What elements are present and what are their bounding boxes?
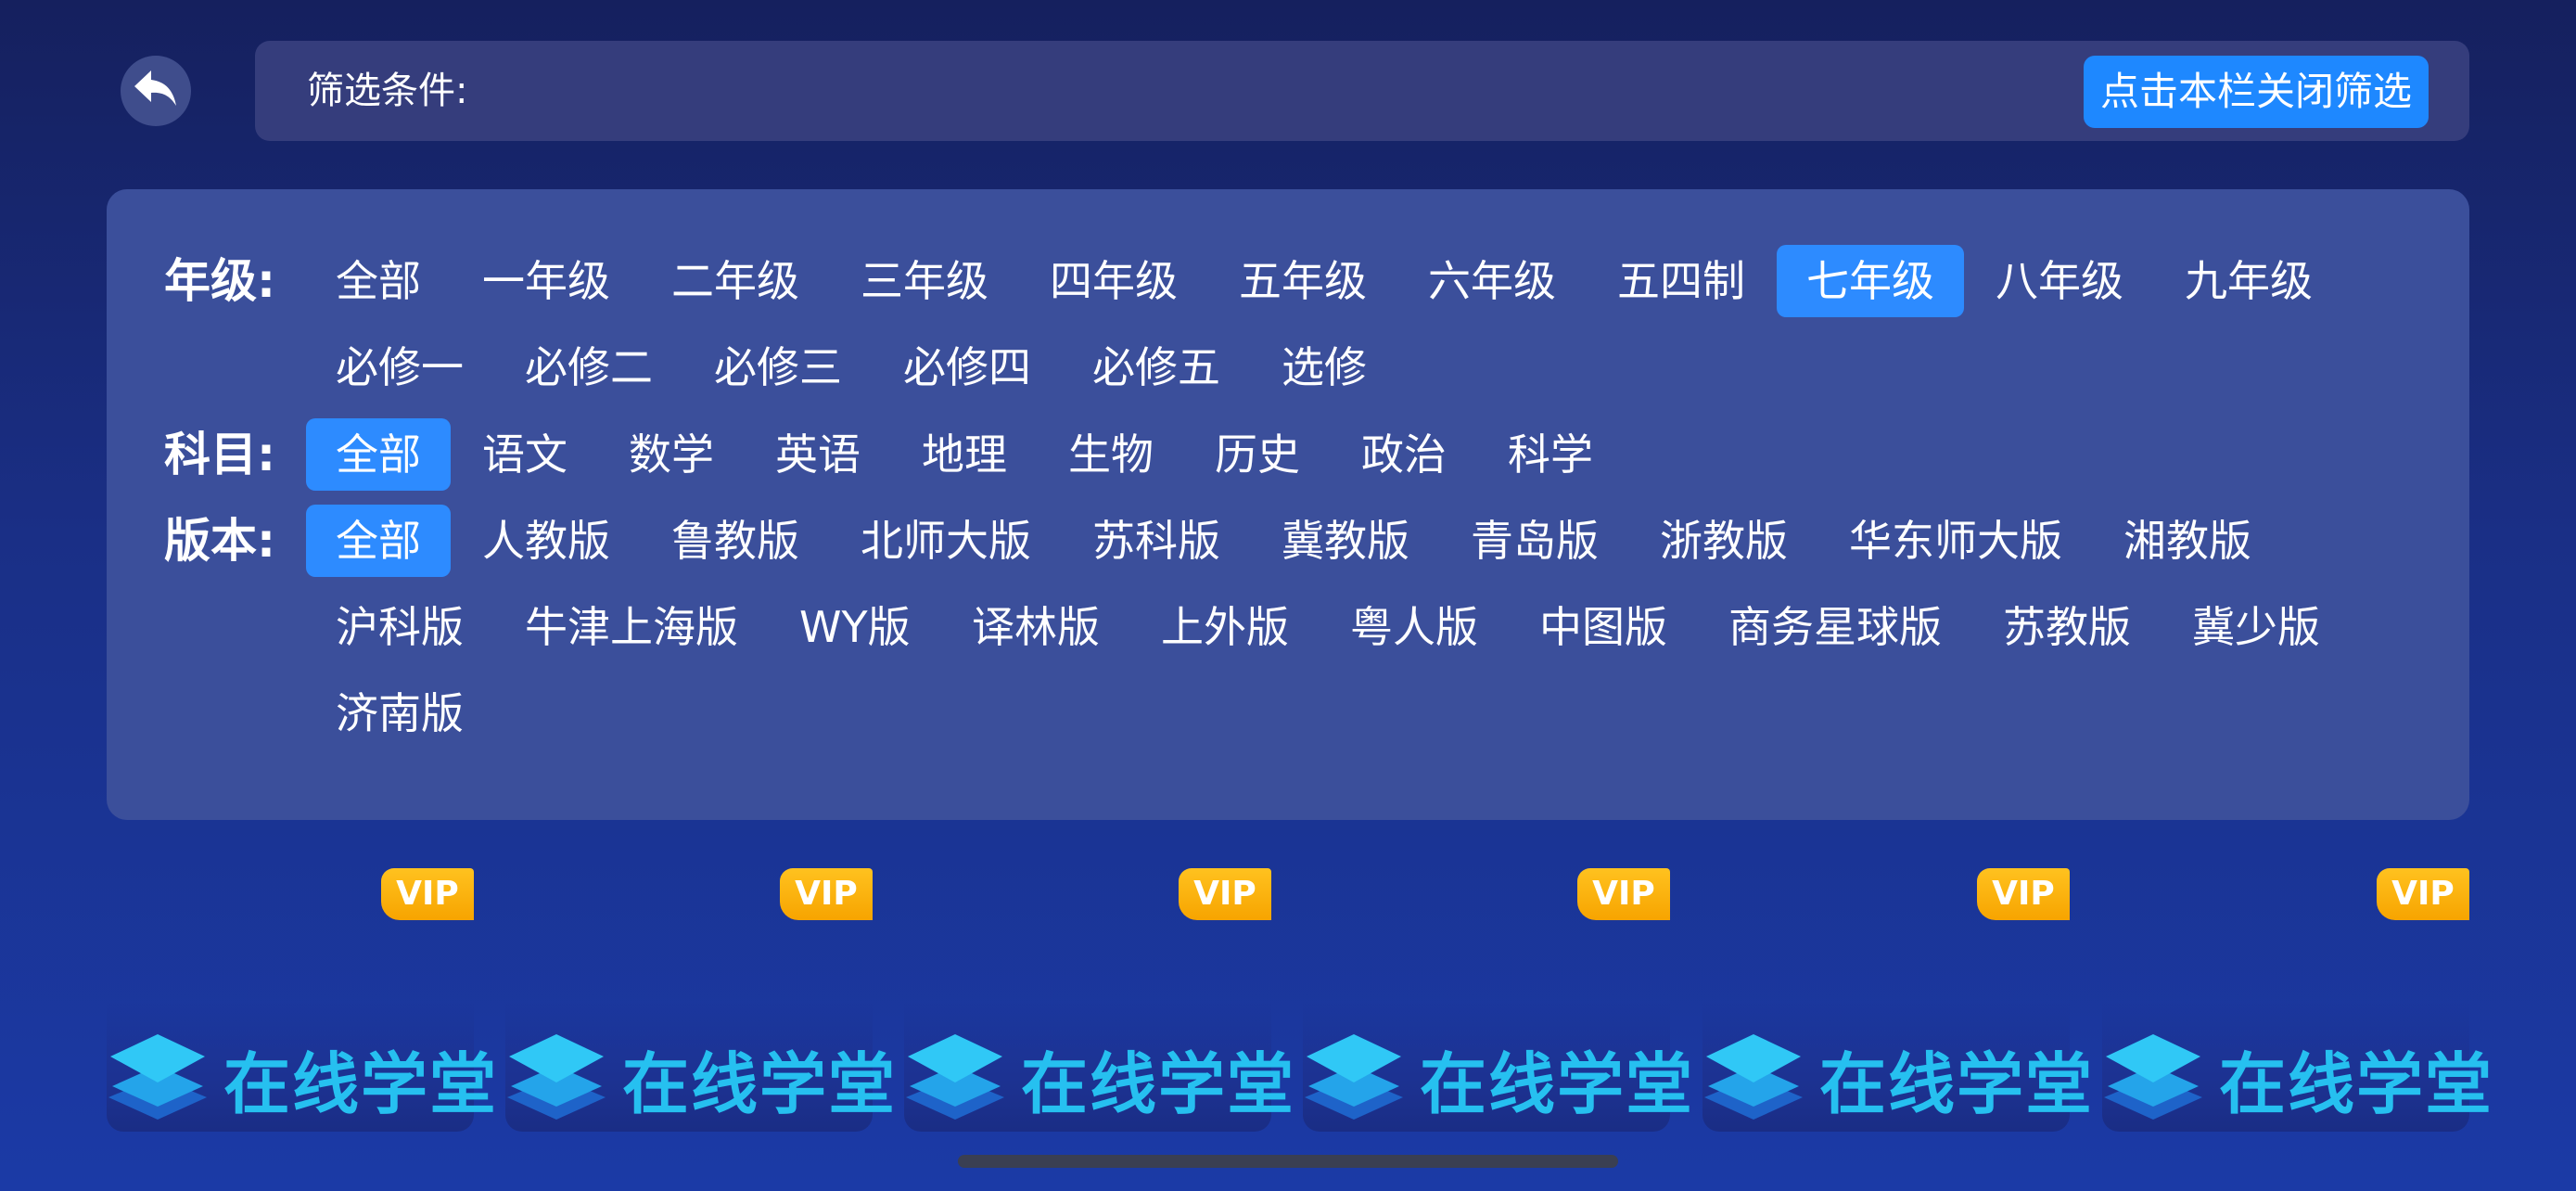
filter-bar: 筛选条件: 点击本栏关闭筛选 xyxy=(255,41,2469,141)
subject-option[interactable]: 生物 xyxy=(1039,418,1183,491)
course-card[interactable]: 在线学堂 xyxy=(904,1002,1294,1132)
grade-option[interactable]: 五年级 xyxy=(1209,245,1396,317)
edition-option[interactable]: 济南版 xyxy=(306,677,493,749)
edition-option[interactable]: 人教版 xyxy=(453,505,640,577)
edition-option[interactable]: 冀教版 xyxy=(1252,505,1439,577)
grade-option[interactable]: 全部 xyxy=(306,245,451,317)
course-logo: 在线学堂 xyxy=(107,1030,498,1127)
grade-option[interactable]: 必修五 xyxy=(1063,331,1250,403)
layers-logo-icon xyxy=(1702,1032,1804,1125)
grade-option[interactable]: 选修 xyxy=(1252,331,1396,403)
logo-text: 在线学堂 xyxy=(223,1045,499,1123)
grade-option[interactable]: 必修四 xyxy=(874,331,1061,403)
logo-text: 在线学堂 xyxy=(1819,1045,2095,1123)
edition-option[interactable]: 译林版 xyxy=(942,591,1129,663)
edition-option[interactable]: 青岛版 xyxy=(1441,505,1628,577)
subject-option[interactable]: 全部 xyxy=(306,418,451,491)
grade-option[interactable]: 四年级 xyxy=(1020,245,1207,317)
layers-logo-icon xyxy=(2102,1032,2204,1125)
vip-badge: VIP xyxy=(1179,868,1271,920)
vip-badge: VIP xyxy=(2377,868,2469,920)
course-logo: 在线学堂 xyxy=(2102,1030,2493,1127)
filter-title: 筛选条件: xyxy=(307,70,468,112)
grade-option[interactable]: 必修三 xyxy=(684,331,872,403)
grade-option[interactable]: 九年级 xyxy=(2155,245,2342,317)
grade-option[interactable]: 必修一 xyxy=(306,331,493,403)
edition-option[interactable]: 浙教版 xyxy=(1630,505,1817,577)
logo-text: 在线学堂 xyxy=(2219,1045,2494,1123)
edition-option[interactable]: 北师大版 xyxy=(831,505,1061,577)
grade-option[interactable]: 一年级 xyxy=(453,245,640,317)
logo-text: 在线学堂 xyxy=(622,1045,898,1123)
course-card[interactable]: 在线学堂 xyxy=(505,1002,895,1132)
course-logo: 在线学堂 xyxy=(1702,1030,2094,1127)
layers-logo-icon xyxy=(505,1032,607,1125)
edition-option[interactable]: WY版 xyxy=(770,591,940,663)
vip-badge: VIP xyxy=(381,868,474,920)
subject-option[interactable]: 科学 xyxy=(1478,418,1623,491)
layers-logo-icon xyxy=(904,1032,1006,1125)
subject-option[interactable]: 数学 xyxy=(599,418,744,491)
layers-logo-icon xyxy=(107,1032,209,1125)
grade-option[interactable]: 三年级 xyxy=(831,245,1018,317)
close-filter-button[interactable]: 点击本栏关闭筛选 xyxy=(2083,56,2429,128)
back-button[interactable] xyxy=(121,56,191,126)
edition-option[interactable]: 粤人版 xyxy=(1320,591,1508,663)
edition-option[interactable]: 鲁教版 xyxy=(642,505,829,577)
subject-option[interactable]: 历史 xyxy=(1185,418,1330,491)
edition-option[interactable]: 华东师大版 xyxy=(1819,505,2092,577)
edition-option[interactable]: 沪科版 xyxy=(306,591,493,663)
filter-panel: 年级: 全部 一年级 二年级 三年级 四年级 五年级 六年级 五四制 七年级 八年级 九年级 必修一 必修… xyxy=(107,189,2469,820)
vip-badge: VIP xyxy=(780,868,873,920)
back-arrow-icon xyxy=(133,69,179,113)
edition-option[interactable]: 苏科版 xyxy=(1063,505,1250,577)
course-card[interactable]: 在线学堂 xyxy=(107,1002,496,1132)
logo-text: 在线学堂 xyxy=(1420,1045,1695,1123)
edition-option[interactable]: 商务星球版 xyxy=(1699,591,1971,663)
subject-option[interactable]: 英语 xyxy=(746,418,890,491)
grade-option[interactable]: 八年级 xyxy=(1966,245,2153,317)
course-logo: 在线学堂 xyxy=(1303,1030,1694,1127)
grade-label: 年级: xyxy=(164,254,275,308)
grade-option[interactable]: 六年级 xyxy=(1398,245,1586,317)
home-indicator xyxy=(958,1155,1618,1168)
layers-logo-icon xyxy=(1303,1032,1405,1125)
course-logo: 在线学堂 xyxy=(505,1030,897,1127)
course-card[interactable]: 在线学堂 xyxy=(2102,1002,2492,1132)
edition-option[interactable]: 全部 xyxy=(306,505,451,577)
edition-option[interactable]: 上外版 xyxy=(1131,591,1319,663)
course-card[interactable]: 在线学堂 xyxy=(1303,1002,1692,1132)
subject-option[interactable]: 语文 xyxy=(453,418,597,491)
course-card[interactable]: 在线学堂 xyxy=(1702,1002,2092,1132)
edition-option[interactable]: 苏教版 xyxy=(1973,591,2161,663)
edition-option[interactable]: 牛津上海版 xyxy=(495,591,768,663)
grade-option[interactable]: 必修二 xyxy=(495,331,682,403)
logo-text: 在线学堂 xyxy=(1021,1045,1296,1123)
course-logo: 在线学堂 xyxy=(904,1030,1295,1127)
subject-option[interactable]: 地理 xyxy=(892,418,1037,491)
grade-option[interactable]: 二年级 xyxy=(642,245,829,317)
subject-option[interactable]: 政治 xyxy=(1332,418,1476,491)
edition-option[interactable]: 冀少版 xyxy=(2162,591,2350,663)
vip-badge: VIP xyxy=(1577,868,1670,920)
vip-badge: VIP xyxy=(1977,868,2070,920)
subject-label: 科目: xyxy=(164,428,275,481)
grade-option[interactable]: 七年级 xyxy=(1777,245,1964,317)
edition-option[interactable]: 湘教版 xyxy=(2094,505,2281,577)
grade-option[interactable]: 五四制 xyxy=(1588,245,1775,317)
edition-option[interactable]: 中图版 xyxy=(1510,591,1697,663)
edition-label: 版本: xyxy=(164,514,275,568)
